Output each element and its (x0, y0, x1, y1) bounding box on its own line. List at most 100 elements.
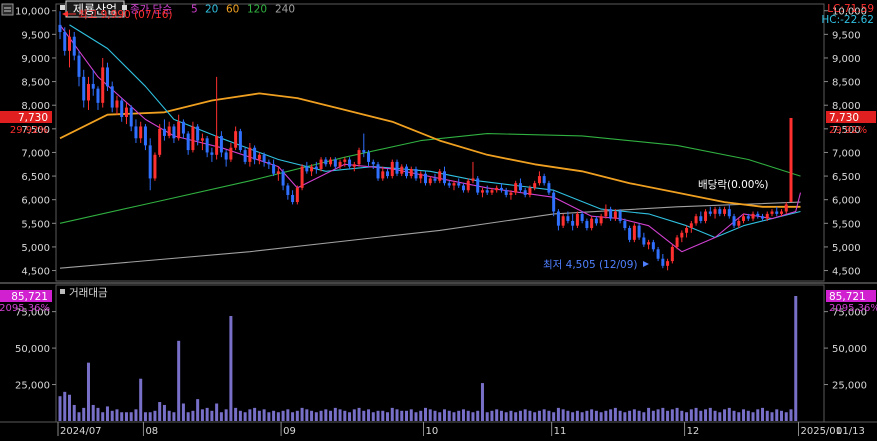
ma-legend-item: 240 (275, 4, 295, 16)
candle-body (742, 216, 746, 221)
volume-bar (96, 407, 100, 421)
volume-bar (267, 412, 271, 421)
volume-bar (694, 407, 698, 421)
candle-body (153, 154, 157, 179)
candle-body (528, 187, 532, 195)
candle-body (756, 213, 760, 217)
volume-bar (319, 410, 323, 421)
volume-bar (419, 410, 423, 421)
volume-bar (248, 409, 252, 421)
candle-body (219, 135, 223, 153)
candle-body (248, 147, 252, 162)
price-tick-label: 10,000 (15, 7, 50, 18)
candle-body (243, 150, 247, 162)
volume-bar (367, 409, 371, 421)
legend-bullet-icon (60, 289, 65, 294)
volume-bar (153, 410, 157, 421)
candle-body (319, 159, 323, 169)
candle-body (628, 228, 632, 240)
candle-body (291, 194, 295, 203)
candle-body (167, 126, 171, 136)
volume-bar (300, 407, 304, 421)
volume-bar (348, 412, 352, 421)
candle-body (504, 190, 508, 195)
volume-bar (637, 410, 641, 421)
candle-body (480, 190, 484, 193)
candle-body (685, 228, 689, 233)
volume-bar (613, 407, 617, 421)
candle-body (300, 166, 304, 188)
volume-bar (381, 410, 385, 421)
candle-body (737, 220, 741, 226)
volume-bar (414, 412, 418, 421)
volume-bar (580, 412, 584, 421)
candle-body (727, 209, 731, 217)
candle-body (656, 249, 660, 259)
change-pct-left: 29.92% (10, 125, 48, 136)
candle-body (367, 152, 371, 162)
price-tick-label: 9,500 (21, 30, 50, 41)
candle-body (362, 150, 366, 153)
volume-bar (433, 410, 437, 421)
candle-body (143, 126, 147, 146)
candle-body (215, 135, 219, 155)
volume-bar (761, 407, 765, 421)
chart-menu-icon[interactable] (1, 3, 14, 16)
candle-body (348, 159, 352, 167)
candle-body (495, 187, 499, 191)
volume-bar (428, 409, 432, 421)
volume-bar (158, 402, 162, 421)
candle-body (333, 159, 337, 167)
price-tick-label: 7,000 (21, 148, 50, 159)
candle-body (523, 190, 527, 195)
volume-bar (148, 412, 152, 421)
candle-body (575, 213, 579, 226)
candle-body (205, 138, 209, 153)
max-annotation-text: 최고 9,990 (07/16) (78, 9, 173, 21)
volume-bar (594, 410, 598, 421)
candle-body (490, 190, 494, 193)
candle-body (670, 246, 674, 262)
candle-body (200, 138, 204, 141)
candle-body (699, 216, 703, 221)
volume-bar (333, 407, 337, 421)
candle-body (414, 168, 418, 179)
candle-body (105, 67, 109, 87)
volume-bar (651, 410, 655, 421)
candle-body (552, 192, 556, 212)
candle-body (191, 126, 195, 151)
candle-body (708, 211, 712, 214)
candle-body (723, 209, 727, 214)
volume-bar (257, 410, 261, 421)
min-annotation: 최저 4,505 (12/09) (543, 259, 649, 271)
min-annotation-text: 최저 4,505 (12/09) (543, 259, 638, 271)
volume-bar (480, 383, 484, 421)
volume-bar (727, 407, 731, 421)
volume-tag-left: 85,721 2095.36% (0, 290, 52, 314)
candle-body (400, 166, 404, 174)
x-tick-label: 01/13 (836, 426, 865, 437)
volume-bar (58, 396, 62, 421)
volume-bar (556, 407, 560, 421)
candle-body (765, 213, 769, 219)
volume-bar (618, 410, 622, 421)
volume-tick-label: 25,000 (832, 381, 867, 392)
candle-body (409, 168, 413, 177)
volume-bar (666, 410, 670, 421)
stock-chart[interactable]: 10,0009,5009,0008,5008,0007,5007,0006,50… (0, 0, 877, 437)
volume-bar (770, 412, 774, 421)
volume-bar (72, 404, 76, 421)
candle-body (390, 161, 394, 177)
candle-body (476, 178, 480, 193)
candle-body (352, 164, 356, 167)
candle-body (124, 107, 128, 118)
volume-bar (229, 316, 233, 421)
volume-bar (276, 412, 280, 421)
candle-body (139, 126, 143, 139)
volume-bar (732, 410, 736, 421)
candle-body (509, 192, 513, 195)
candle-body (253, 147, 257, 160)
price-tick-label: 8,500 (21, 78, 50, 89)
volume-bar (205, 407, 209, 421)
candle-body (63, 31, 67, 51)
